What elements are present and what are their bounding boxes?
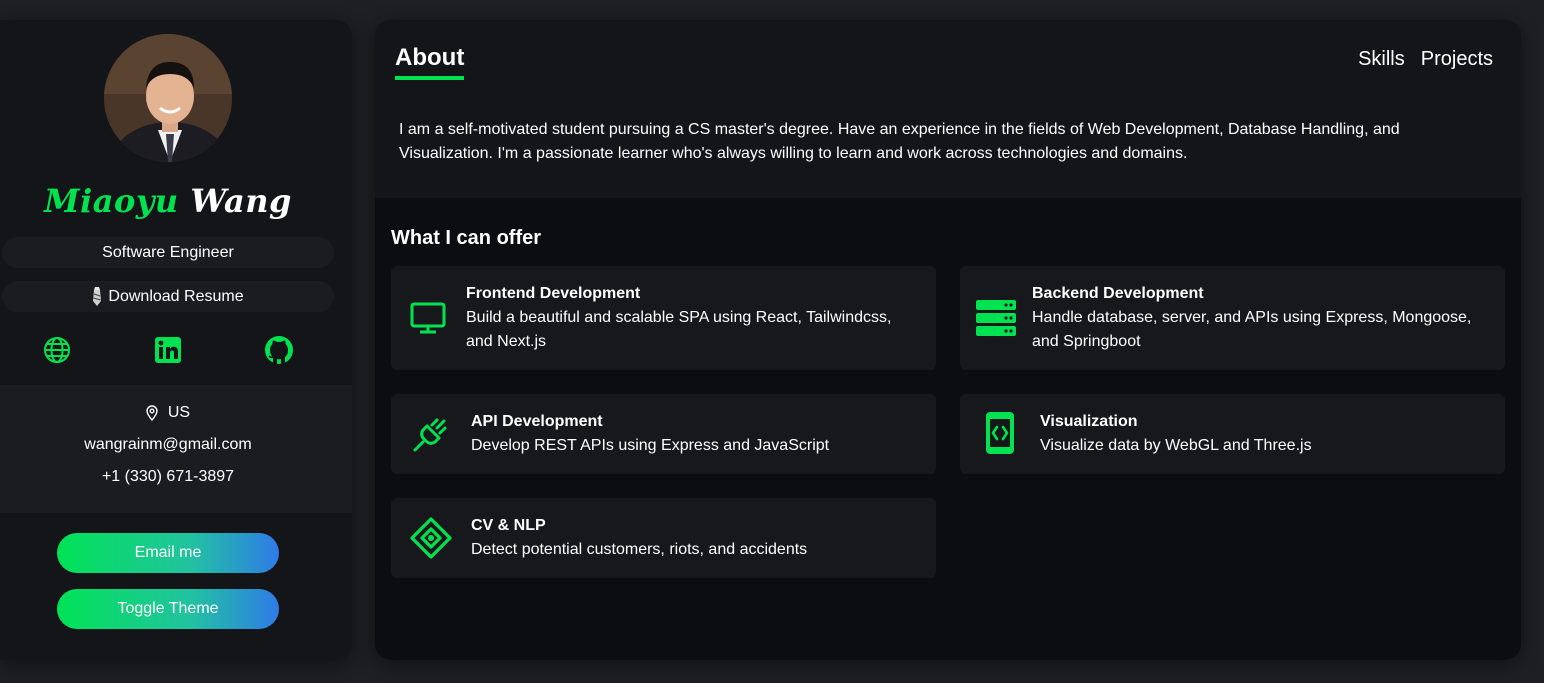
role-badge: Software Engineer <box>2 237 334 268</box>
main-panel: About Skills Projects I am a self-motiva… <box>375 20 1521 660</box>
offer-card-visualization: Visualization Visualize data by WebGL an… <box>960 394 1505 474</box>
code-device-icon <box>984 410 1016 456</box>
phone-text: +1 (330) 671-3897 <box>101 468 235 485</box>
role-label: Software Engineer <box>102 243 234 261</box>
toggle-theme-label: Toggle Theme <box>117 600 219 617</box>
offer-title-frontend: Frontend Development <box>466 285 641 302</box>
location-pin-icon <box>146 405 158 421</box>
avatar <box>104 34 232 162</box>
last-name: Wang <box>190 182 292 220</box>
contact-info: US wangrainm@gmail.com +1 (330) 671-3897 <box>0 385 352 513</box>
globe-icon[interactable] <box>42 335 72 365</box>
download-resume-label: Download Resume <box>108 287 244 305</box>
email-me-button[interactable]: Email me <box>57 533 279 573</box>
diamond-target-icon <box>409 516 453 560</box>
offer-title-api: API Development <box>471 413 603 430</box>
offer-card-frontend: Frontend Development Build a beautiful a… <box>391 266 936 370</box>
offer-card-backend: Backend Development Handle database, ser… <box>960 266 1505 370</box>
location-text: US <box>167 404 191 421</box>
github-icon[interactable] <box>264 335 294 365</box>
social-links <box>0 335 336 365</box>
location-line: US <box>0 404 336 422</box>
nav-projects[interactable]: Projects <box>1421 48 1493 71</box>
offer-card-api: API Development Develop REST APIs using … <box>391 394 936 474</box>
offer-desc-api: Develop REST APIs using Express and Java… <box>471 437 830 454</box>
profile-sidebar: Miaoyu Wang Software Engineer Download R… <box>0 20 352 660</box>
nav-skills[interactable]: Skills <box>1358 48 1405 71</box>
offer-desc-cv-nlp: Detect potential customers, riots, and a… <box>471 541 808 558</box>
profile-name: Miaoyu Wang <box>0 182 336 220</box>
about-text: I am a self-motivated student pursuing a… <box>399 121 1400 162</box>
offer-title-backend: Backend Development <box>1032 285 1204 302</box>
offer-desc-visualization: Visualize data by WebGL and Three.js <box>1040 437 1312 454</box>
offer-title-cv-nlp: CV & NLP <box>471 517 546 534</box>
email-me-label: Email me <box>134 544 202 561</box>
about-section: About Skills Projects I am a self-motiva… <box>375 20 1521 198</box>
linkedin-icon[interactable] <box>153 335 183 365</box>
offer-title-visualization: Visualization <box>1040 413 1138 430</box>
email-text: wangrainm@gmail.com <box>84 436 252 453</box>
monitor-icon <box>409 299 447 337</box>
offer-desc-backend: Handle database, server, and APIs using … <box>1032 309 1472 350</box>
top-nav: Skills Projects <box>1358 48 1493 71</box>
tab-about[interactable]: About <box>395 44 465 80</box>
offer-card-cv-nlp: CV & NLP Detect potential customers, rio… <box>391 498 936 578</box>
first-name: Miaoyu <box>44 182 179 220</box>
plug-icon <box>411 414 451 454</box>
toggle-theme-button[interactable]: Toggle Theme <box>57 589 279 629</box>
offer-desc-frontend: Build a beautiful and scalable SPA using… <box>466 309 892 350</box>
tie-icon <box>92 286 102 307</box>
offer-heading: What I can offer <box>391 227 542 249</box>
server-icon <box>975 298 1017 338</box>
download-resume-button[interactable]: Download Resume <box>2 281 334 312</box>
